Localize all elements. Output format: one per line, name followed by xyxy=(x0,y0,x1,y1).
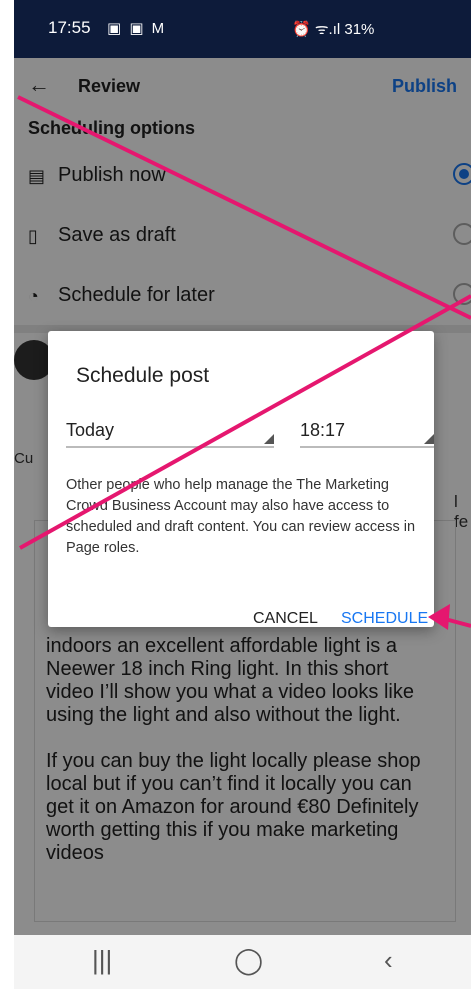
recent-apps-icon[interactable]: ||| xyxy=(92,945,112,976)
date-select[interactable]: Today xyxy=(66,420,274,448)
dialog-body: Other people who help manage the The Mar… xyxy=(66,477,416,556)
cancel-button[interactable]: CANCEL xyxy=(253,610,318,628)
dropdown-triangle-icon xyxy=(264,434,274,444)
home-icon[interactable]: ◯ xyxy=(234,945,263,976)
status-bar: 17:55 ▣ ▣ M ⏰ ᯤ.ıl 31% xyxy=(14,0,471,58)
status-time: 17:55 xyxy=(48,18,91,37)
system-status-icons: ⏰ ᯤ.ıl 31% xyxy=(292,21,375,38)
time-value: 18:17 xyxy=(300,420,346,440)
system-nav-bar: ||| ◯ ‹ xyxy=(14,935,471,989)
dropdown-triangle-icon xyxy=(424,434,434,444)
schedule-post-dialog: Schedule post Today 18:17 Other people w… xyxy=(48,331,434,627)
schedule-button[interactable]: SCHEDULE xyxy=(341,610,428,628)
notification-icons: ▣ ▣ M xyxy=(107,20,167,37)
back-nav-icon[interactable]: ‹ xyxy=(384,945,393,976)
phone-screen: 17:55 ▣ ▣ M ⏰ ᯤ.ıl 31% ← Review Publish … xyxy=(14,0,471,989)
date-value: Today xyxy=(66,420,115,440)
dialog-title: Schedule post xyxy=(76,364,210,387)
time-select[interactable]: 18:17 xyxy=(300,420,434,448)
